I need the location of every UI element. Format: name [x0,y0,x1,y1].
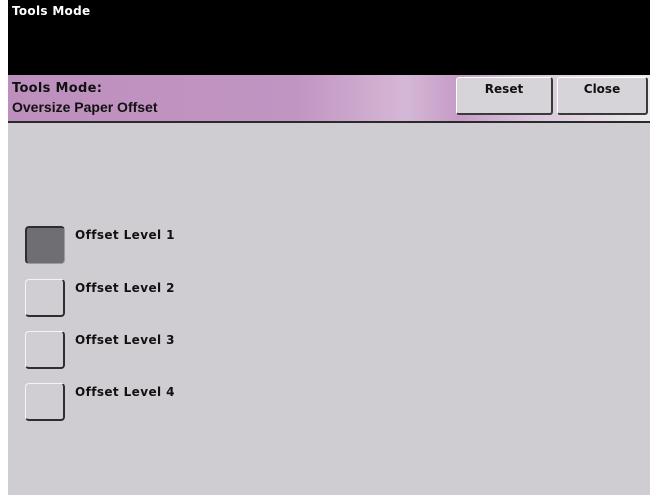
offset-level-4-button[interactable] [25,383,65,421]
screen-header: Tools Mode: Oversize Paper Offset Reset … [8,75,650,121]
reset-button[interactable]: Reset [456,77,553,115]
offset-level-1-label: Offset Level 1 [75,228,175,242]
top-bar: Tools Mode [8,0,650,75]
header-divider [8,121,650,123]
close-button[interactable]: Close [557,77,648,115]
header-mode-label: Tools Mode: [12,81,103,96]
offset-option-2[interactable]: Offset Level 2 [25,279,325,321]
header-feature-title: Oversize Paper Offset [12,99,158,115]
offset-option-3[interactable]: Offset Level 3 [25,331,325,373]
offset-level-1-button[interactable] [25,226,65,264]
mode-title: Tools Mode [12,4,91,18]
tools-mode-screen: Tools Mode Tools Mode: Oversize Paper Of… [8,0,650,495]
offset-level-3-label: Offset Level 3 [75,333,175,347]
offset-option-4[interactable]: Offset Level 4 [25,383,325,425]
offset-level-3-button[interactable] [25,331,65,369]
offset-option-1[interactable]: Offset Level 1 [25,226,325,268]
offset-level-4-label: Offset Level 4 [75,385,175,399]
offset-level-2-label: Offset Level 2 [75,281,175,295]
offset-level-2-button[interactable] [25,279,65,317]
